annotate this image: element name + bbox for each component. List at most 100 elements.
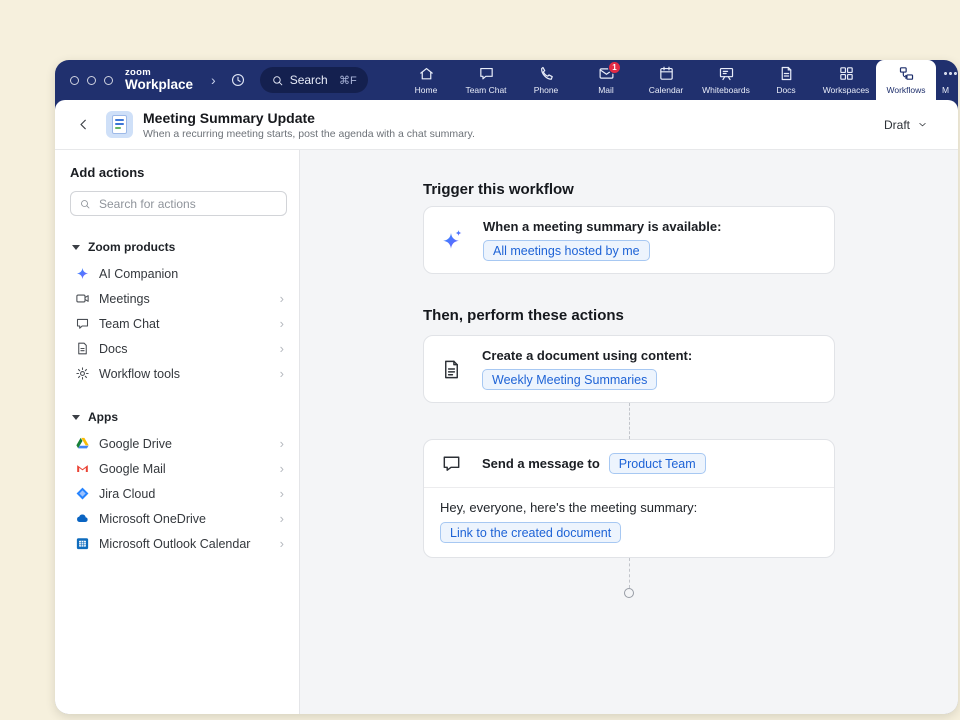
workspaces-icon [838,65,855,82]
nav-item-phone[interactable]: Phone [516,60,576,100]
nav-item-home[interactable]: Home [396,60,456,100]
status-dropdown[interactable]: Draft [874,113,938,137]
chevron-right-icon: › [280,437,284,450]
sidebar-item-label: Microsoft OneDrive [99,512,206,526]
back-button[interactable] [75,116,92,133]
nav-item-calendar[interactable]: Calendar [636,60,696,100]
doc-page-icon [75,341,90,356]
more-icon [942,65,958,82]
workflow-header: Meeting Summary Update When a recurring … [55,100,958,150]
nav-item-workflows[interactable]: Workflows [876,60,936,100]
sidebar-item-label: Docs [99,342,127,356]
group-label: Zoom products [88,240,175,254]
sidebar-item-label: AI Companion [99,267,178,281]
team-chat-icon [478,65,495,82]
nav-item-mail[interactable]: Mail 1 [576,60,636,100]
trigger-scope-chip[interactable]: All meetings hosted by me [483,240,650,261]
gear-icon [75,366,90,381]
workflow-canvas: Trigger this workflow W [300,150,958,714]
workflow-subtitle: When a recurring meeting starts, post th… [143,128,475,140]
workflow-title: Meeting Summary Update [143,110,475,126]
app-window: zoom Workplace › Search ⌘F Home Team Cha… [55,60,958,714]
connector-line [629,403,630,439]
window-minimize-button[interactable] [87,76,96,85]
window-maximize-button[interactable] [104,76,113,85]
nav-left-cluster: zoom Workplace › Search ⌘F [55,60,368,100]
sidebar-item-jira-cloud[interactable]: Jira Cloud › [70,481,287,506]
actions-search[interactable] [70,191,287,216]
phone-icon [538,65,555,82]
sidebar-item-microsoft-outlook-calendar[interactable]: Microsoft Outlook Calendar › [70,531,287,556]
chevron-right-icon: › [280,292,284,305]
sidebar-title: Add actions [70,165,287,180]
trigger-section-heading: Trigger this workflow [423,181,835,198]
nav-item-team-chat[interactable]: Team Chat [456,60,516,100]
docs-icon [778,65,795,82]
actions-search-input[interactable] [97,196,278,212]
window-close-button[interactable] [70,76,79,85]
trigger-card[interactable]: When a meeting summary is available: All… [423,206,835,274]
actions-section-heading: Then, perform these actions [423,307,835,324]
nav-item-more[interactable]: M [936,60,958,100]
add-step-node[interactable] [624,588,634,598]
google-drive-icon [75,436,90,451]
search-placeholder-text: Search [290,73,333,87]
search-icon [271,74,284,87]
sidebar-item-team-chat[interactable]: Team Chat › [70,311,287,336]
message-body-text: Hey, everyone, here's the meeting summar… [440,500,697,515]
nav-item-docs[interactable]: Docs [756,60,816,100]
window-controls [55,76,125,85]
message-recipient-chip[interactable]: Product Team [609,453,706,474]
document-icon [440,358,463,381]
sidebar-item-label: Google Drive [99,437,172,451]
chat-bubble-icon [440,452,463,475]
sidebar-item-label: Meetings [99,292,150,306]
whiteboard-icon [718,65,735,82]
top-navigation-bar: zoom Workplace › Search ⌘F Home Team Cha… [55,60,958,100]
ai-sparkle-icon [440,228,464,252]
trigger-text: When a meeting summary is available: [483,219,721,234]
sidebar-item-meetings[interactable]: Meetings › [70,286,287,311]
global-search[interactable]: Search ⌘F [260,67,368,93]
meetings-video-icon [75,291,90,306]
sidebar-item-label: Workflow tools [99,367,180,381]
sidebar-item-google-drive[interactable]: Google Drive › [70,431,287,456]
nav-item-whiteboards[interactable]: Whiteboards [696,60,756,100]
chevron-right-icon: › [280,342,284,355]
search-icon [79,198,91,210]
chevron-right-icon: › [280,537,284,550]
collapse-triangle-icon [72,245,80,250]
action-card-create-document[interactable]: Create a document using content: Weekly … [423,335,835,403]
calendar-icon [658,65,675,82]
action-card-send-message[interactable]: Send a message to Product Team Hey, ever… [423,439,835,558]
chevron-right-icon[interactable]: › [203,72,224,88]
group-header-apps[interactable]: Apps [72,410,287,424]
connector-line [629,558,630,588]
action-document-text: Create a document using content: [482,348,692,363]
sidebar-item-workflow-tools[interactable]: Workflow tools › [70,361,287,386]
sidebar-item-label: Team Chat [99,317,159,331]
nav-item-workspaces[interactable]: Workspaces [816,60,876,100]
group-header-zoom-products[interactable]: Zoom products [72,240,287,254]
sidebar-item-label: Jira Cloud [99,487,155,501]
search-shortcut: ⌘F [339,74,357,87]
status-label: Draft [884,118,910,132]
document-content-chip[interactable]: Weekly Meeting Summaries [482,369,657,390]
chevron-right-icon: › [280,317,284,330]
sidebar-item-google-mail[interactable]: Google Mail › [70,456,287,481]
sidebar-item-label: Google Mail [99,462,166,476]
chat-bubble-icon [75,316,90,331]
sidebar-item-ai-companion[interactable]: AI Companion [70,261,287,286]
jira-icon [75,486,90,501]
chevron-right-icon: › [280,367,284,380]
collapse-triangle-icon [72,415,80,420]
onedrive-icon [75,511,90,526]
chevron-right-icon: › [280,487,284,500]
message-link-chip[interactable]: Link to the created document [440,522,621,543]
history-button[interactable] [224,72,252,88]
group-label: Apps [88,410,118,424]
page-body: Add actions Zoom products AI Companion [55,150,958,714]
sidebar-item-docs[interactable]: Docs › [70,336,287,361]
sidebar-item-microsoft-onedrive[interactable]: Microsoft OneDrive › [70,506,287,531]
chevron-right-icon: › [280,512,284,525]
